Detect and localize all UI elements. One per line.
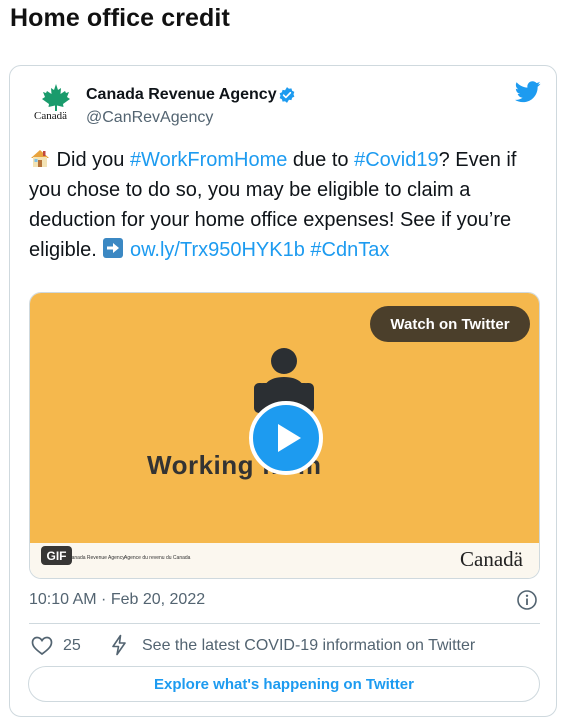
gif-media[interactable]: Working from Watch on Twitter GIF Canada… xyxy=(29,292,540,579)
hashtag-cdntax-link[interactable]: #CdnTax xyxy=(310,239,389,261)
footer-agency-fr: Agence du revenu du Canada xyxy=(124,555,191,561)
divider xyxy=(29,623,540,624)
house-emoji-icon xyxy=(31,150,49,167)
canada-wordmark-footer: Canadä xyxy=(460,547,523,571)
url-link[interactable]: ow.ly/Trx950HYK1b xyxy=(130,239,305,261)
twitter-bird-icon[interactable] xyxy=(515,81,541,103)
info-icon[interactable] xyxy=(516,589,538,611)
author-avatar[interactable]: Canadä xyxy=(32,83,84,127)
author-name[interactable]: Canada Revenue Agency xyxy=(86,86,277,104)
tweet-text-part: due to xyxy=(287,149,355,171)
play-icon[interactable] xyxy=(248,400,324,476)
tweet-timestamp[interactable]: 10:10 AM · Feb 20, 2022 xyxy=(29,591,205,609)
author-handle[interactable]: @CanRevAgency xyxy=(86,109,213,127)
lightning-icon xyxy=(112,634,126,656)
page-title: Home office credit xyxy=(10,4,230,32)
tweet-text-part: Did you xyxy=(51,149,130,171)
watch-on-twitter-button[interactable]: Watch on Twitter xyxy=(370,306,530,342)
like-count[interactable]: 25 xyxy=(63,637,81,655)
heart-icon[interactable] xyxy=(31,636,53,656)
footer-agency-en: Canada Revenue Agency xyxy=(68,555,125,561)
verified-badge-icon xyxy=(279,87,295,103)
explore-button[interactable]: Explore what's happening on Twitter xyxy=(28,666,540,702)
tweet-text: Did you #WorkFromHome due to #Covid19? E… xyxy=(29,145,534,265)
hashtag-workfromhome-link[interactable]: #WorkFromHome xyxy=(130,149,287,171)
covid-info-link[interactable]: See the latest COVID-19 information on T… xyxy=(142,637,475,655)
hashtag-covid19-link[interactable]: #Covid19 xyxy=(354,149,439,171)
maple-leaf-icon xyxy=(42,84,70,111)
embedded-tweet-card[interactable]: Canadä Canada Revenue Agency @CanRevAgen… xyxy=(9,65,557,717)
right-arrow-emoji-icon xyxy=(103,238,124,258)
canada-wordmark: Canadä xyxy=(34,110,67,122)
